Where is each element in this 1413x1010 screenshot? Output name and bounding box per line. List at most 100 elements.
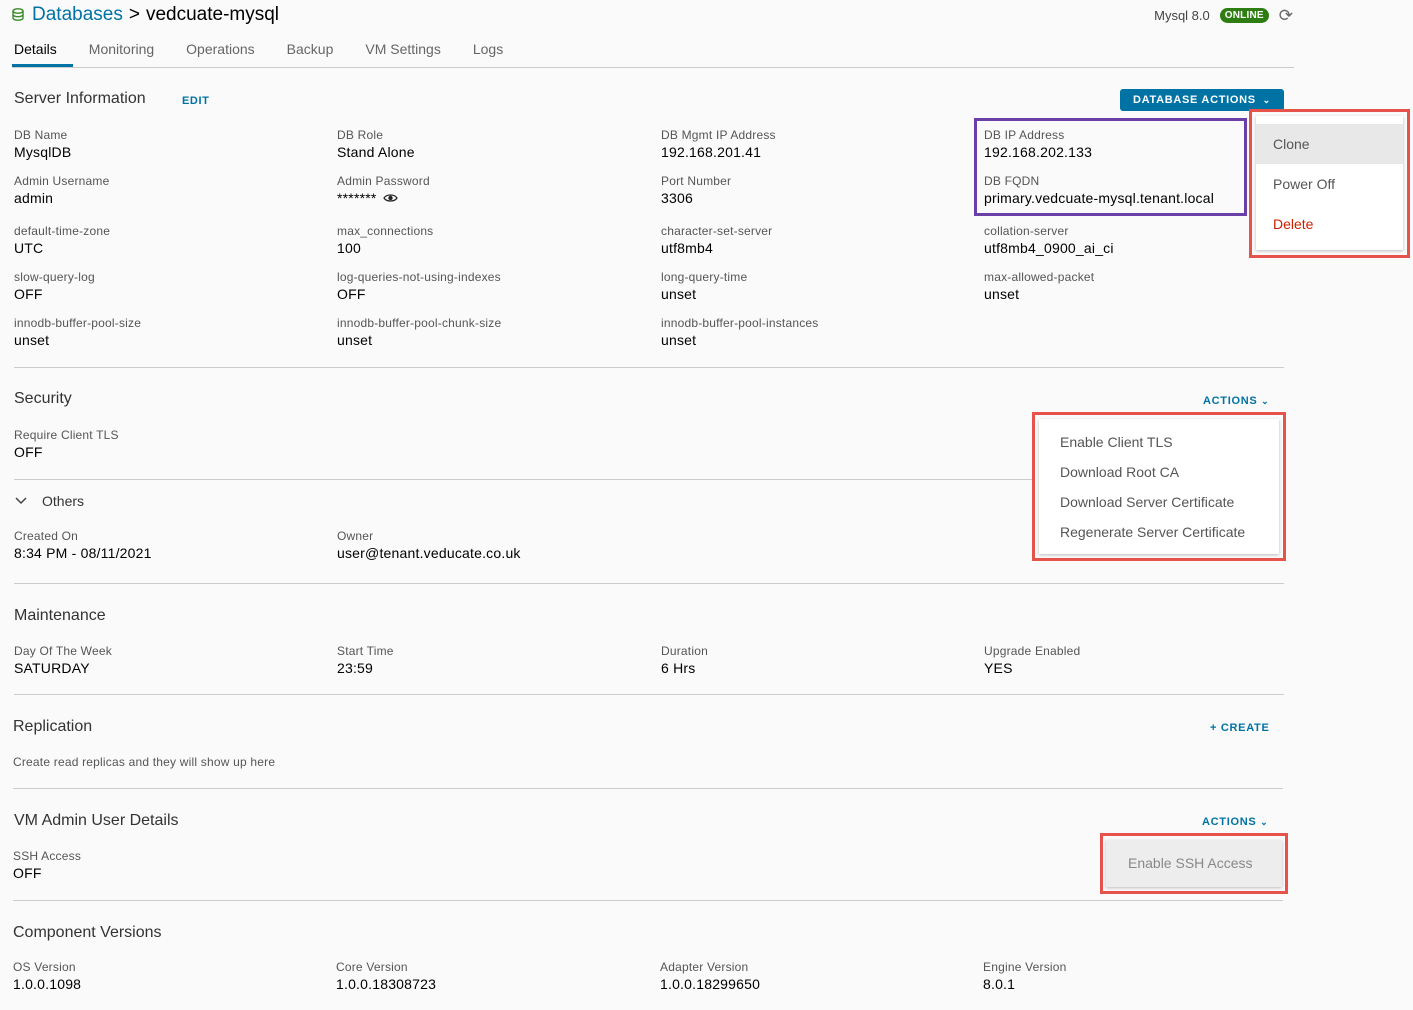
divider <box>13 900 1283 901</box>
vm-admin-actions-menu: Enable SSH Access <box>1106 840 1282 887</box>
field-label: Engine Version <box>983 960 1067 974</box>
create-replica-button[interactable]: + CREATE <box>1210 722 1270 734</box>
field-value: YES <box>984 660 1013 676</box>
chevron-down-icon: ⌄ <box>1262 95 1271 105</box>
divider <box>13 788 1283 789</box>
field-value: utf8mb4 <box>661 240 713 256</box>
field-label: innodb-buffer-pool-chunk-size <box>337 316 502 330</box>
field-value: admin <box>14 190 54 206</box>
field-label: long-query-time <box>661 270 748 284</box>
require-tls-value: OFF <box>14 444 43 460</box>
menu-item-enable-ssh-access[interactable]: Enable SSH Access <box>1106 848 1282 879</box>
tab-logs[interactable]: Logs <box>457 40 519 67</box>
vm-admin-title: VM Admin User Details <box>14 812 179 829</box>
page-title: vedcuate-mysql <box>145 4 280 25</box>
field-value: SATURDAY <box>14 660 90 676</box>
field-label: innodb-buffer-pool-instances <box>661 316 819 330</box>
database-actions-label: DATABASE ACTIONS <box>1133 94 1256 106</box>
field-label: Port Number <box>661 174 732 188</box>
field-label: Admin Username <box>14 174 110 188</box>
maintenance-title: Maintenance <box>14 607 106 624</box>
security-actions-menu: Enable Client TLS Download Root CA Downl… <box>1039 419 1279 554</box>
breadcrumb-separator: > <box>128 4 140 25</box>
field-value: unset <box>661 286 697 302</box>
tab-vm-settings[interactable]: VM Settings <box>349 40 456 67</box>
database-actions-menu: Clone Power Off Delete <box>1256 116 1403 250</box>
field-label: OS Version <box>13 960 76 974</box>
status-badge: ONLINE <box>1219 8 1269 23</box>
engine-version: Mysql 8.0 <box>1154 8 1210 23</box>
field-label: innodb-buffer-pool-size <box>14 316 142 330</box>
field-label: Core Version <box>336 960 408 974</box>
field-value: 23:59 <box>337 660 374 676</box>
field-value: unset <box>984 286 1020 302</box>
divider <box>14 479 1032 480</box>
tab-backup[interactable]: Backup <box>271 40 350 67</box>
chevron-down-icon <box>15 497 27 505</box>
field-label: Start Time <box>337 644 394 658</box>
field-label: Adapter Version <box>660 960 749 974</box>
field-value: 3306 <box>661 190 693 206</box>
menu-item-delete[interactable]: Delete <box>1256 204 1403 244</box>
field-value: 192.168.201.41 <box>661 144 762 160</box>
component-versions-title: Component Versions <box>13 924 162 941</box>
database-icon <box>12 8 24 21</box>
menu-item-clone[interactable]: Clone <box>1256 124 1403 164</box>
field-value: 8.0.1 <box>983 976 1016 992</box>
chevron-down-icon: ⌄ <box>1260 817 1269 827</box>
field-label: Day Of The Week <box>14 644 112 658</box>
vm-admin-actions-label: ACTIONS <box>1202 816 1257 828</box>
refresh-icon[interactable]: ⟳ <box>1279 7 1293 24</box>
field-label: slow-query-log <box>14 270 95 284</box>
menu-item-power-off[interactable]: Power Off <box>1256 164 1403 204</box>
menu-item-enable-client-tls[interactable]: Enable Client TLS <box>1039 427 1279 457</box>
menu-item-regenerate-server-certificate[interactable]: Regenerate Server Certificate <box>1039 517 1279 547</box>
field-label: max-allowed-packet <box>984 270 1095 284</box>
others-title: Others <box>42 493 85 509</box>
field-label: Upgrade Enabled <box>984 644 1081 658</box>
field-value: Stand Alone <box>337 144 415 160</box>
field-label: Admin Password <box>337 174 430 188</box>
created-on-value: 8:34 PM - 08/11/2021 <box>14 545 152 561</box>
server-info-title: Server Information <box>14 90 146 107</box>
field-label: DB Name <box>14 128 68 142</box>
vm-admin-actions-button[interactable]: ACTIONS ⌄ <box>1202 816 1268 828</box>
menu-item-download-root-ca[interactable]: Download Root CA <box>1039 457 1279 487</box>
replication-title: Replication <box>13 718 93 735</box>
field-label: Duration <box>661 644 708 658</box>
field-value: unset <box>337 332 373 348</box>
field-value: UTC <box>14 240 44 256</box>
field-label: log-queries-not-using-indexes <box>337 270 501 284</box>
owner-label: Owner <box>337 529 374 543</box>
breadcrumb-databases-link[interactable]: Databases <box>32 4 123 26</box>
replication-hint: Create read replicas and they will show … <box>13 755 276 769</box>
divider <box>14 694 1284 695</box>
divider <box>14 367 1284 368</box>
require-tls-label: Require Client TLS <box>14 428 119 442</box>
field-value: 1.0.0.1098 <box>13 976 82 992</box>
security-actions-button[interactable]: ACTIONS ⌄ <box>1203 395 1269 407</box>
ip-fqdn-highlight <box>974 118 1247 216</box>
field-value: OFF <box>337 286 366 302</box>
created-on-label: Created On <box>14 529 79 543</box>
tab-bar: Details Monitoring Operations Backup VM … <box>12 40 1294 68</box>
field-value: OFF <box>14 286 43 302</box>
tab-operations[interactable]: Operations <box>170 40 270 67</box>
tab-details[interactable]: Details <box>12 40 73 67</box>
edit-server-info-link[interactable]: EDIT <box>182 95 209 107</box>
field-value: 6 Hrs <box>661 660 696 676</box>
database-actions-button[interactable]: DATABASE ACTIONS ⌄ <box>1120 89 1284 111</box>
field-label: collation-server <box>984 224 1069 238</box>
field-label: character-set-server <box>661 224 773 238</box>
tab-monitoring[interactable]: Monitoring <box>73 40 170 67</box>
security-actions-label: ACTIONS <box>1203 395 1258 407</box>
header-status: Mysql 8.0 ONLINE ⟳ <box>1154 7 1293 24</box>
field-value: unset <box>14 332 50 348</box>
field-value: unset <box>661 332 697 348</box>
menu-item-download-server-certificate[interactable]: Download Server Certificate <box>1039 487 1279 517</box>
eye-icon[interactable] <box>382 193 398 203</box>
others-toggle[interactable]: Others <box>14 493 84 509</box>
owner-value: user@tenant.veducate.co.uk <box>337 545 521 561</box>
security-title: Security <box>14 390 72 407</box>
field-value: utf8mb4_0900_ai_ci <box>984 240 1114 256</box>
